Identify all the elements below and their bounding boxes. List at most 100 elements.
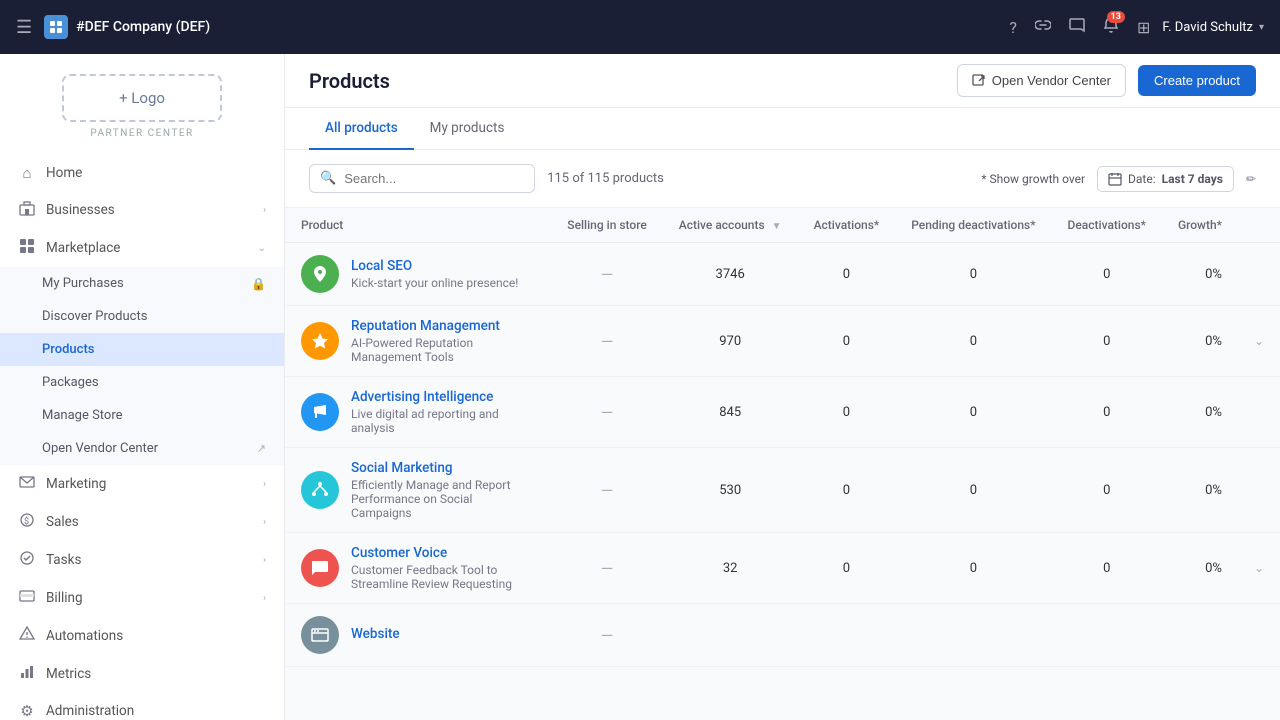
metrics-icon: [18, 664, 36, 684]
nav-icons: ? 13 ⊞: [1009, 17, 1150, 37]
tasks-icon: [18, 550, 36, 570]
growth-cell-customer-voice: 0%: [1162, 533, 1238, 604]
sales-label: Sales: [46, 514, 253, 530]
expand-cell-website: [1238, 604, 1280, 667]
expand-icon-reputation-management[interactable]: ⌄: [1254, 334, 1264, 348]
home-icon: ⌂: [18, 164, 36, 182]
product-name-website[interactable]: Website: [351, 626, 400, 642]
marketplace-submenu: My Purchases 🔒 Discover Products Product…: [0, 267, 284, 465]
activations-cell-customer-voice: 0: [798, 533, 896, 604]
marketing-label: Marketing: [46, 476, 253, 492]
administration-icon: ⚙: [18, 702, 36, 720]
sidebar-item-home[interactable]: ⌂ Home: [0, 155, 284, 191]
main-content: Products Open Vendor Center Create produ…: [285, 54, 1280, 720]
tabs-bar: All products My products: [285, 108, 1280, 150]
search-input[interactable]: [344, 171, 524, 186]
col-deactivations: Deactivations*: [1052, 208, 1162, 243]
product-icon-local-seo: [301, 255, 339, 293]
product-name-advertising-intelligence[interactable]: Advertising Intelligence: [351, 389, 535, 405]
billing-chevron-icon: ›: [263, 593, 266, 604]
table-row: Advertising Intelligence Live digital ad…: [285, 377, 1280, 448]
apps-icon[interactable]: ⊞: [1137, 18, 1150, 37]
sidebar-item-my-purchases[interactable]: My Purchases 🔒: [0, 267, 284, 300]
create-product-button[interactable]: Create product: [1138, 65, 1256, 96]
content-header: Products Open Vendor Center Create produ…: [285, 54, 1280, 108]
user-menu[interactable]: F. David Schultz ▾: [1162, 20, 1264, 35]
expand-cell-advertising-intelligence: [1238, 377, 1280, 448]
edit-date-icon[interactable]: ✏: [1246, 172, 1256, 186]
product-desc-reputation-management: AI-Powered Reputation Management Tools: [351, 336, 535, 364]
product-name-social-marketing[interactable]: Social Marketing: [351, 460, 535, 476]
sort-active-icon[interactable]: ▼: [772, 221, 782, 232]
expand-cell-reputation-management: ⌄: [1238, 306, 1280, 377]
active-accounts-cell-local-seo: 3746: [663, 243, 798, 306]
sidebar-item-discover-products[interactable]: Discover Products: [0, 300, 284, 333]
sidebar-item-manage-store[interactable]: Manage Store: [0, 399, 284, 432]
sidebar-item-administration[interactable]: ⚙ Administration: [0, 693, 284, 720]
sidebar-item-metrics[interactable]: Metrics: [0, 655, 284, 693]
product-name-reputation-management[interactable]: Reputation Management: [351, 318, 535, 334]
table-row: Customer Voice Customer Feedback Tool to…: [285, 533, 1280, 604]
pending-deactivations-cell-reputation-management: 0: [895, 306, 1051, 377]
logo-upload[interactable]: + Logo: [62, 74, 222, 122]
partner-center-label: PARTNER CENTER: [90, 128, 193, 139]
hamburger-menu[interactable]: ☰: [16, 17, 32, 38]
date-value: Last 7 days: [1162, 172, 1223, 186]
growth-cell-reputation-management: 0%: [1162, 306, 1238, 377]
col-growth: Growth*: [1162, 208, 1238, 243]
growth-label[interactable]: * Show growth over: [981, 172, 1085, 186]
selling-cell-advertising-intelligence: —: [551, 377, 662, 448]
deactivations-cell-social-marketing: 0: [1052, 448, 1162, 533]
sidebar-item-open-vendor-center[interactable]: Open Vendor Center ↗: [0, 432, 284, 465]
sidebar-item-products[interactable]: Products: [0, 333, 284, 366]
activations-cell-social-marketing: 0: [798, 448, 896, 533]
growth-cell-social-marketing: 0%: [1162, 448, 1238, 533]
tab-my-products[interactable]: My products: [414, 108, 521, 150]
product-cell-website: Website: [285, 604, 551, 667]
businesses-label: Businesses: [46, 202, 253, 218]
deactivations-cell-reputation-management: 0: [1052, 306, 1162, 377]
logo-icon: [44, 15, 68, 39]
sidebar-item-marketing[interactable]: Marketing ›: [0, 465, 284, 503]
product-icon-website: [301, 616, 339, 654]
product-desc-customer-voice: Customer Feedback Tool to Streamline Rev…: [351, 563, 535, 591]
activations-cell-website: [798, 604, 896, 667]
notifications-icon[interactable]: 13: [1103, 17, 1119, 37]
nav-logo[interactable]: #DEF Company (DEF): [44, 15, 210, 39]
tab-all-products[interactable]: All products: [309, 108, 414, 150]
metrics-label: Metrics: [46, 666, 266, 682]
top-nav: ☰ #DEF Company (DEF) ?: [0, 0, 1280, 54]
lock-icon: 🔒: [251, 277, 266, 291]
sidebar-item-sales[interactable]: $ Sales ›: [0, 503, 284, 541]
automations-label: Automations: [46, 628, 266, 644]
growth-cell-website: [1162, 604, 1238, 667]
selling-cell-local-seo: —: [551, 243, 662, 306]
sidebar-item-billing[interactable]: Billing ›: [0, 579, 284, 617]
product-name-customer-voice[interactable]: Customer Voice: [351, 545, 535, 561]
automations-icon: [18, 626, 36, 646]
sidebar-item-automations[interactable]: Automations: [0, 617, 284, 655]
marketing-chevron-icon: ›: [263, 479, 266, 490]
active-accounts-cell-advertising-intelligence: 845: [663, 377, 798, 448]
tasks-chevron-icon: ›: [263, 555, 266, 566]
product-name-local-seo[interactable]: Local SEO: [351, 258, 518, 274]
sidebar-item-marketplace[interactable]: Marketplace ⌄: [0, 229, 284, 267]
expand-icon-customer-voice[interactable]: ⌄: [1254, 561, 1264, 575]
table-row: Local SEO Kick-start your online presenc…: [285, 243, 1280, 306]
sidebar-item-packages[interactable]: Packages: [0, 366, 284, 399]
table-row: Reputation Management AI-Powered Reputat…: [285, 306, 1280, 377]
logo-label: + Logo: [119, 89, 165, 107]
active-accounts-cell-reputation-management: 970: [663, 306, 798, 377]
chat-icon[interactable]: [1069, 17, 1085, 37]
external-link-icon: ↗: [257, 442, 266, 455]
search-box[interactable]: 🔍: [309, 164, 535, 193]
date-label: Date:: [1128, 172, 1156, 186]
date-filter[interactable]: Date: Last 7 days: [1097, 166, 1234, 192]
company-name: #DEF Company (DEF): [76, 19, 210, 35]
sidebar-item-tasks[interactable]: Tasks ›: [0, 541, 284, 579]
sidebar-item-businesses[interactable]: Businesses ›: [0, 191, 284, 229]
products-content: 🔍 115 of 115 products * Show growth over…: [285, 150, 1280, 720]
help-icon[interactable]: ?: [1009, 18, 1017, 37]
link-icon[interactable]: [1035, 17, 1051, 37]
open-vendor-center-button[interactable]: Open Vendor Center: [957, 64, 1126, 97]
